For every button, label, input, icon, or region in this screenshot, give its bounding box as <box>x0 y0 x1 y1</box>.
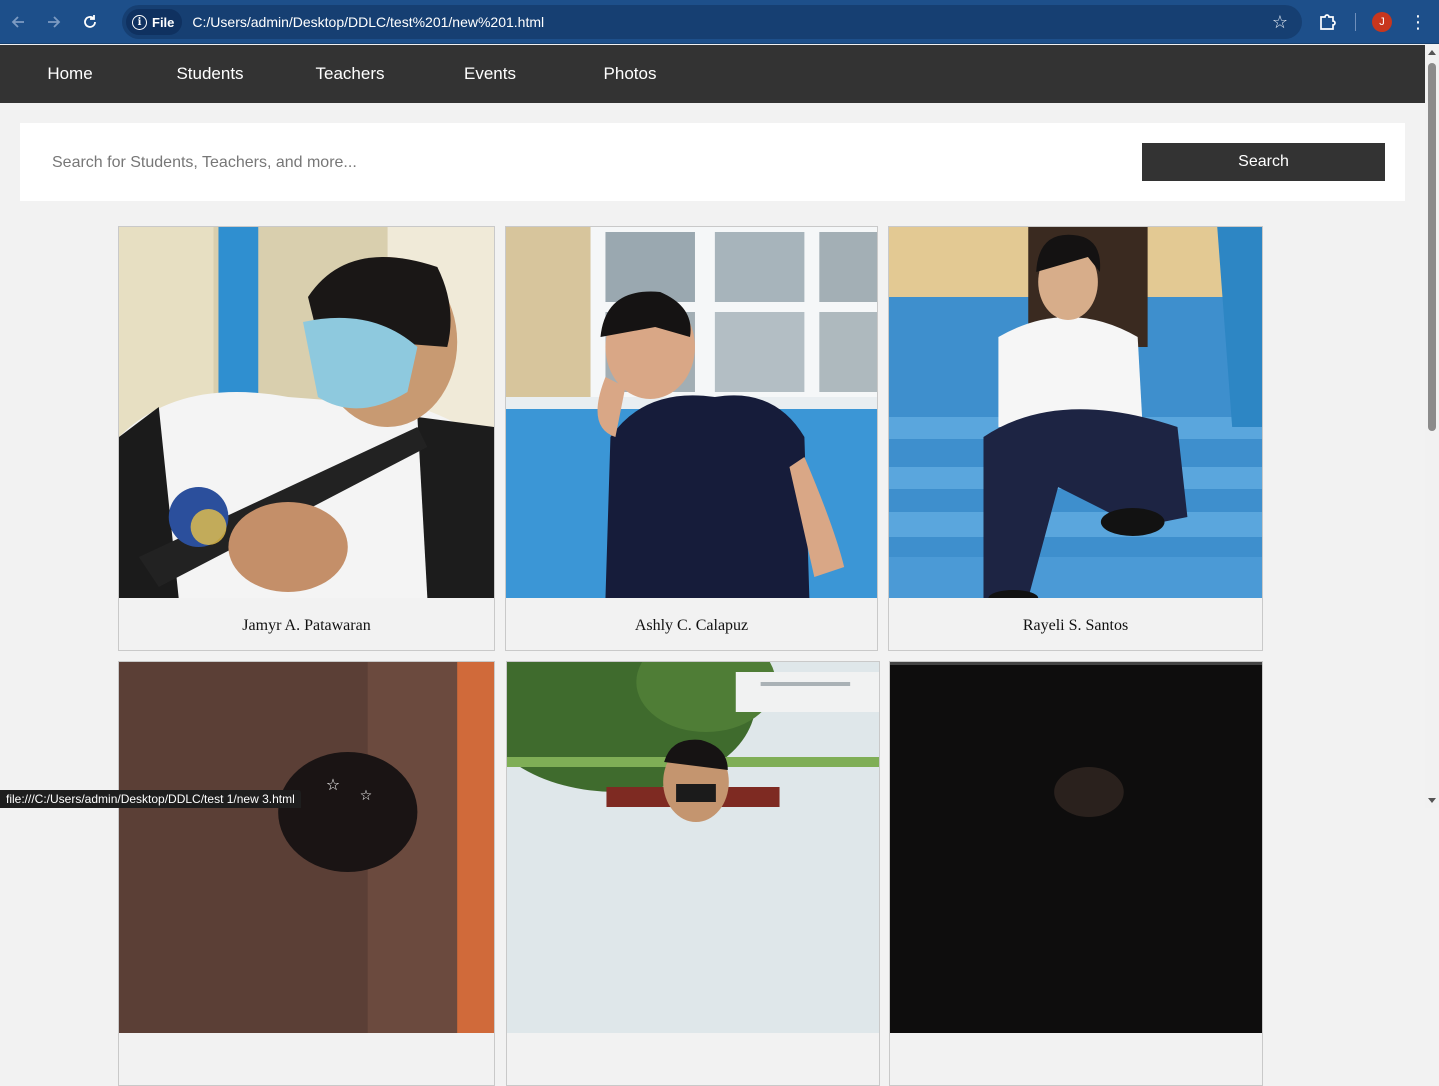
file-label: File <box>152 14 175 30</box>
toolbar-divider <box>1355 13 1356 31</box>
nav-photos[interactable]: Photos <box>560 64 700 84</box>
student-photo <box>507 662 879 1033</box>
scroll-up-arrow-icon[interactable] <box>1428 50 1436 55</box>
profile-avatar[interactable]: J <box>1372 12 1392 32</box>
reload-icon <box>84 14 96 28</box>
back-button[interactable] <box>0 0 36 44</box>
student-card[interactable]: Rayeli S. Santos <box>888 226 1263 651</box>
nav-events[interactable]: Events <box>420 64 560 84</box>
forward-arrow-icon <box>48 15 61 28</box>
top-navigation: Home Students Teachers Events Photos <box>0 45 1425 103</box>
student-name: Jamyr A. Patawaran <box>242 617 371 634</box>
link-status-bar: file:///C:/Users/admin/Desktop/DDLC/test… <box>0 790 301 808</box>
url-text[interactable]: C:/Users/admin/Desktop/DDLC/test%201/new… <box>192 14 544 30</box>
student-name <box>119 1033 494 1085</box>
student-photo <box>889 227 1262 598</box>
student-card[interactable] <box>889 661 1263 1086</box>
student-photo <box>119 227 494 598</box>
back-arrow-icon <box>11 15 24 28</box>
student-card[interactable]: Jamyr A. Patawaran <box>118 226 495 651</box>
forward-button[interactable] <box>36 0 72 44</box>
student-card[interactable]: Ashly C. Calapuz <box>505 226 878 651</box>
extensions-icon[interactable] <box>1318 11 1338 31</box>
reload-button[interactable] <box>72 0 108 44</box>
nav-students[interactable]: Students <box>140 64 280 84</box>
site-info-chip[interactable]: i File <box>126 9 183 35</box>
svg-text:☆: ☆ <box>326 775 340 794</box>
search-input[interactable] <box>50 143 1134 183</box>
address-bar[interactable]: i File C:/Users/admin/Desktop/DDLC/test%… <box>122 5 1302 39</box>
nav-teachers[interactable]: Teachers <box>280 64 420 84</box>
student-photo <box>890 662 1262 1033</box>
scroll-thumb[interactable] <box>1428 63 1436 431</box>
student-card[interactable] <box>506 661 880 1086</box>
student-name <box>507 1033 879 1085</box>
svg-text:☆: ☆ <box>360 788 372 804</box>
search-panel: Search <box>20 123 1405 201</box>
menu-kebab-icon[interactable]: ⋮ <box>1409 11 1427 33</box>
search-button[interactable]: Search <box>1142 143 1385 181</box>
student-name <box>890 1033 1262 1085</box>
scroll-down-arrow-icon[interactable] <box>1428 798 1436 803</box>
browser-toolbar: i File C:/Users/admin/Desktop/DDLC/test%… <box>0 0 1439 44</box>
nav-home[interactable]: Home <box>0 64 140 84</box>
student-name: Rayeli S. Santos <box>1022 617 1129 634</box>
student-photo <box>506 227 877 598</box>
student-name: Ashly C. Calapuz <box>634 617 749 634</box>
info-icon: i <box>132 14 147 30</box>
bookmark-star-icon[interactable]: ☆ <box>1272 12 1288 32</box>
page-scrollbar[interactable] <box>1425 45 1439 808</box>
student-photo: ☆ ☆ <box>119 662 494 1033</box>
student-card[interactable]: ☆ ☆ <box>118 661 495 1086</box>
